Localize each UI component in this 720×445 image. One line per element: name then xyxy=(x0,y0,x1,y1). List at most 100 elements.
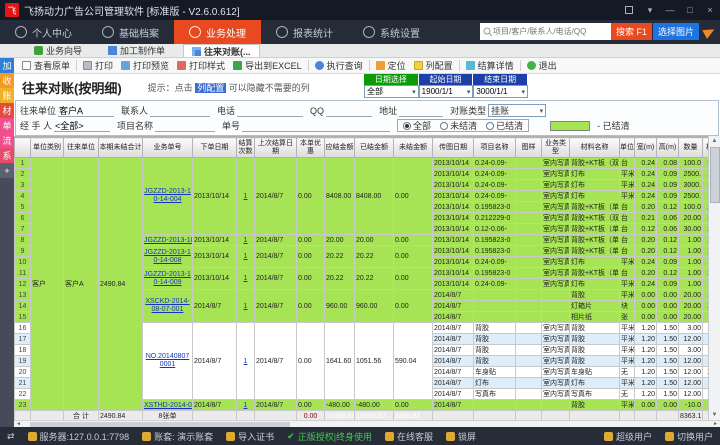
reconcile-type-combo[interactable]: 挂账▾ xyxy=(488,104,546,117)
handler-input[interactable] xyxy=(54,120,110,132)
subtab-1[interactable]: 业务向导 xyxy=(26,44,90,57)
toolbar-view-button[interactable]: 查看原单 xyxy=(18,59,74,72)
vertical-scroll-thumb[interactable] xyxy=(710,147,720,203)
status-lock[interactable]: 锁屏 xyxy=(446,430,476,443)
order-number-link[interactable]: NO.201408070001 xyxy=(143,323,193,400)
column-header-10[interactable]: 已结金额 xyxy=(355,138,394,158)
column-header-7[interactable]: 上次结算日期 xyxy=(255,138,297,158)
grid-cell: 2013/10/14 xyxy=(433,257,474,268)
date-filter-combo-2[interactable]: 1900/1/1▾ xyxy=(419,85,474,98)
horizontal-scrollbar[interactable]: ◄ ► xyxy=(14,420,720,427)
settle-count-link[interactable]: 1 xyxy=(237,290,255,323)
toolbar-settle-button[interactable]: 结算详情 xyxy=(462,59,518,72)
column-header-14[interactable]: 图样 xyxy=(516,138,542,158)
toolbar-exit-button[interactable]: 退出 xyxy=(523,59,561,72)
toolbar-preview-button[interactable]: 打印预览 xyxy=(117,59,173,72)
search-input[interactable] xyxy=(493,24,611,39)
toolbar-style-button[interactable]: 打印样式 xyxy=(173,59,229,72)
date-filter-combo-1[interactable]: 全部▾ xyxy=(364,85,419,98)
sidebar-tab-6[interactable]: 流 xyxy=(0,133,14,148)
subtab-2[interactable]: 加工制作单 xyxy=(100,44,173,57)
radio-全部[interactable]: 全部 xyxy=(403,119,431,132)
minimize-button[interactable]: — xyxy=(660,3,680,17)
ribbon-tab-3[interactable]: 业务处理 xyxy=(174,20,261,44)
sidebar-tab-5[interactable]: 单 xyxy=(0,118,14,133)
toolbar-columns-button[interactable]: 列配置 xyxy=(410,59,457,72)
scroll-up-icon[interactable]: ▲ xyxy=(712,136,718,146)
order-number-link[interactable]: JGZZD-2013-10-1 xyxy=(143,235,193,246)
grid-cell: 无 xyxy=(620,367,635,378)
sidebar-tab-8[interactable]: + xyxy=(0,163,14,178)
column-header-3[interactable]: 本期未结合计 xyxy=(99,138,143,158)
order-number-link[interactable]: JGZZD-2013-10-14-004 xyxy=(143,158,193,235)
status-cert[interactable]: 导入证书 xyxy=(226,430,274,443)
toolbar-query-button[interactable]: 执行查询 xyxy=(311,59,367,72)
settle-count-link[interactable]: 1 xyxy=(237,400,255,411)
column-header-19[interactable]: 高(m) xyxy=(657,138,679,158)
window-menu-icon[interactable]: ▾ xyxy=(640,3,660,17)
subtab-3[interactable]: 往来对账(... xyxy=(183,44,260,57)
maximize-button[interactable]: □ xyxy=(680,3,700,17)
ribbon-tab-1[interactable]: 个人中心 xyxy=(0,20,87,44)
radio-未结清[interactable]: 未结清 xyxy=(440,119,477,132)
column-header-15[interactable]: 业务类型 xyxy=(542,138,570,158)
sidebar-tab-2[interactable]: 收 xyxy=(0,73,14,88)
status-service[interactable]: 在线客服 xyxy=(385,430,433,443)
customer-input[interactable] xyxy=(58,105,114,117)
column-header-16[interactable]: 材料名称 xyxy=(570,138,620,158)
radio-已结清[interactable]: 已结清 xyxy=(486,119,523,132)
column-header-17[interactable]: 单位 xyxy=(620,138,635,158)
column-header-8[interactable]: 本单优惠 xyxy=(297,138,325,158)
address-input[interactable] xyxy=(399,105,443,117)
column-header-1[interactable]: 单位类别 xyxy=(31,138,64,158)
orderno-input[interactable] xyxy=(242,120,390,132)
ribbon-tab-2[interactable]: 基础档案 xyxy=(87,20,174,44)
theme-icon[interactable] xyxy=(620,3,640,17)
column-header-rownum[interactable] xyxy=(15,138,31,158)
search-button[interactable]: 搜索 F1 xyxy=(611,23,652,40)
vertical-scrollbar[interactable]: ▲ ▼ xyxy=(708,136,720,420)
column-header-18[interactable]: 宽(m) xyxy=(635,138,657,158)
ribbon-tab-4[interactable]: 报表统计 xyxy=(261,20,348,44)
settle-count-link[interactable]: 1 xyxy=(237,268,255,290)
order-number-link[interactable]: JGZZD-2013-10-14-009 xyxy=(143,268,193,290)
column-header-20[interactable]: 数量 xyxy=(679,138,703,158)
settle-count-link[interactable]: 1 xyxy=(237,323,255,400)
column-header-6[interactable]: 结算次数 xyxy=(237,138,255,158)
column-header-11[interactable]: 未结金额 xyxy=(394,138,433,158)
scroll-down-icon[interactable]: ▼ xyxy=(712,410,718,420)
toolbar-excel-button[interactable]: 导出到EXCEL xyxy=(229,59,306,72)
order-number-link[interactable]: XSCKD-2014-08-07-001 xyxy=(143,290,193,323)
sidebar-tab-3[interactable]: 账 xyxy=(0,88,14,103)
hint-column-config-link[interactable]: 列配置 xyxy=(195,83,226,93)
settle-count-link[interactable]: 1 xyxy=(237,158,255,235)
sidebar-tab-1[interactable]: 加 xyxy=(0,58,14,73)
grid-cell xyxy=(542,301,570,312)
column-header-13[interactable]: 项目名称 xyxy=(474,138,516,158)
order-number-link[interactable]: XSTHD-2014-08-0 xyxy=(143,400,193,411)
phone-input[interactable] xyxy=(237,105,303,117)
status-user[interactable]: 超级用户 xyxy=(604,430,652,443)
project-input[interactable] xyxy=(155,120,215,132)
date-filter-combo-3[interactable]: 3000/1/1▾ xyxy=(473,85,528,98)
contact-input[interactable] xyxy=(150,105,210,117)
settle-count-link[interactable]: 1 xyxy=(237,235,255,246)
qq-input[interactable] xyxy=(326,105,372,117)
toolbar-print-button[interactable]: 打印 xyxy=(79,59,117,72)
sidebar-tab-4[interactable]: 材 xyxy=(0,103,14,118)
close-button[interactable]: × xyxy=(700,3,720,17)
pick-image-button[interactable]: 选择图片 xyxy=(653,23,699,40)
ribbon-tab-5[interactable]: 系统设置 xyxy=(348,20,435,44)
column-header-12[interactable]: 传图日期 xyxy=(433,138,474,158)
column-header-5[interactable]: 下单日期 xyxy=(193,138,237,158)
horizontal-scroll-thumb[interactable] xyxy=(30,422,290,427)
sidebar-tab-7[interactable]: 系 xyxy=(0,148,14,163)
toolbar-locate-button[interactable]: 定位 xyxy=(372,59,410,72)
order-number-link[interactable]: JGZZD-2013-10-14-008 xyxy=(143,246,193,268)
grid-cell: 无 xyxy=(620,389,635,400)
status-switch[interactable]: 切换用户 xyxy=(665,430,713,443)
column-header-4[interactable]: 业务单号 xyxy=(143,138,193,158)
column-header-2[interactable]: 往来单位 xyxy=(64,138,99,158)
settle-count-link[interactable]: 1 xyxy=(237,246,255,268)
column-header-9[interactable]: 应结金额 xyxy=(325,138,355,158)
